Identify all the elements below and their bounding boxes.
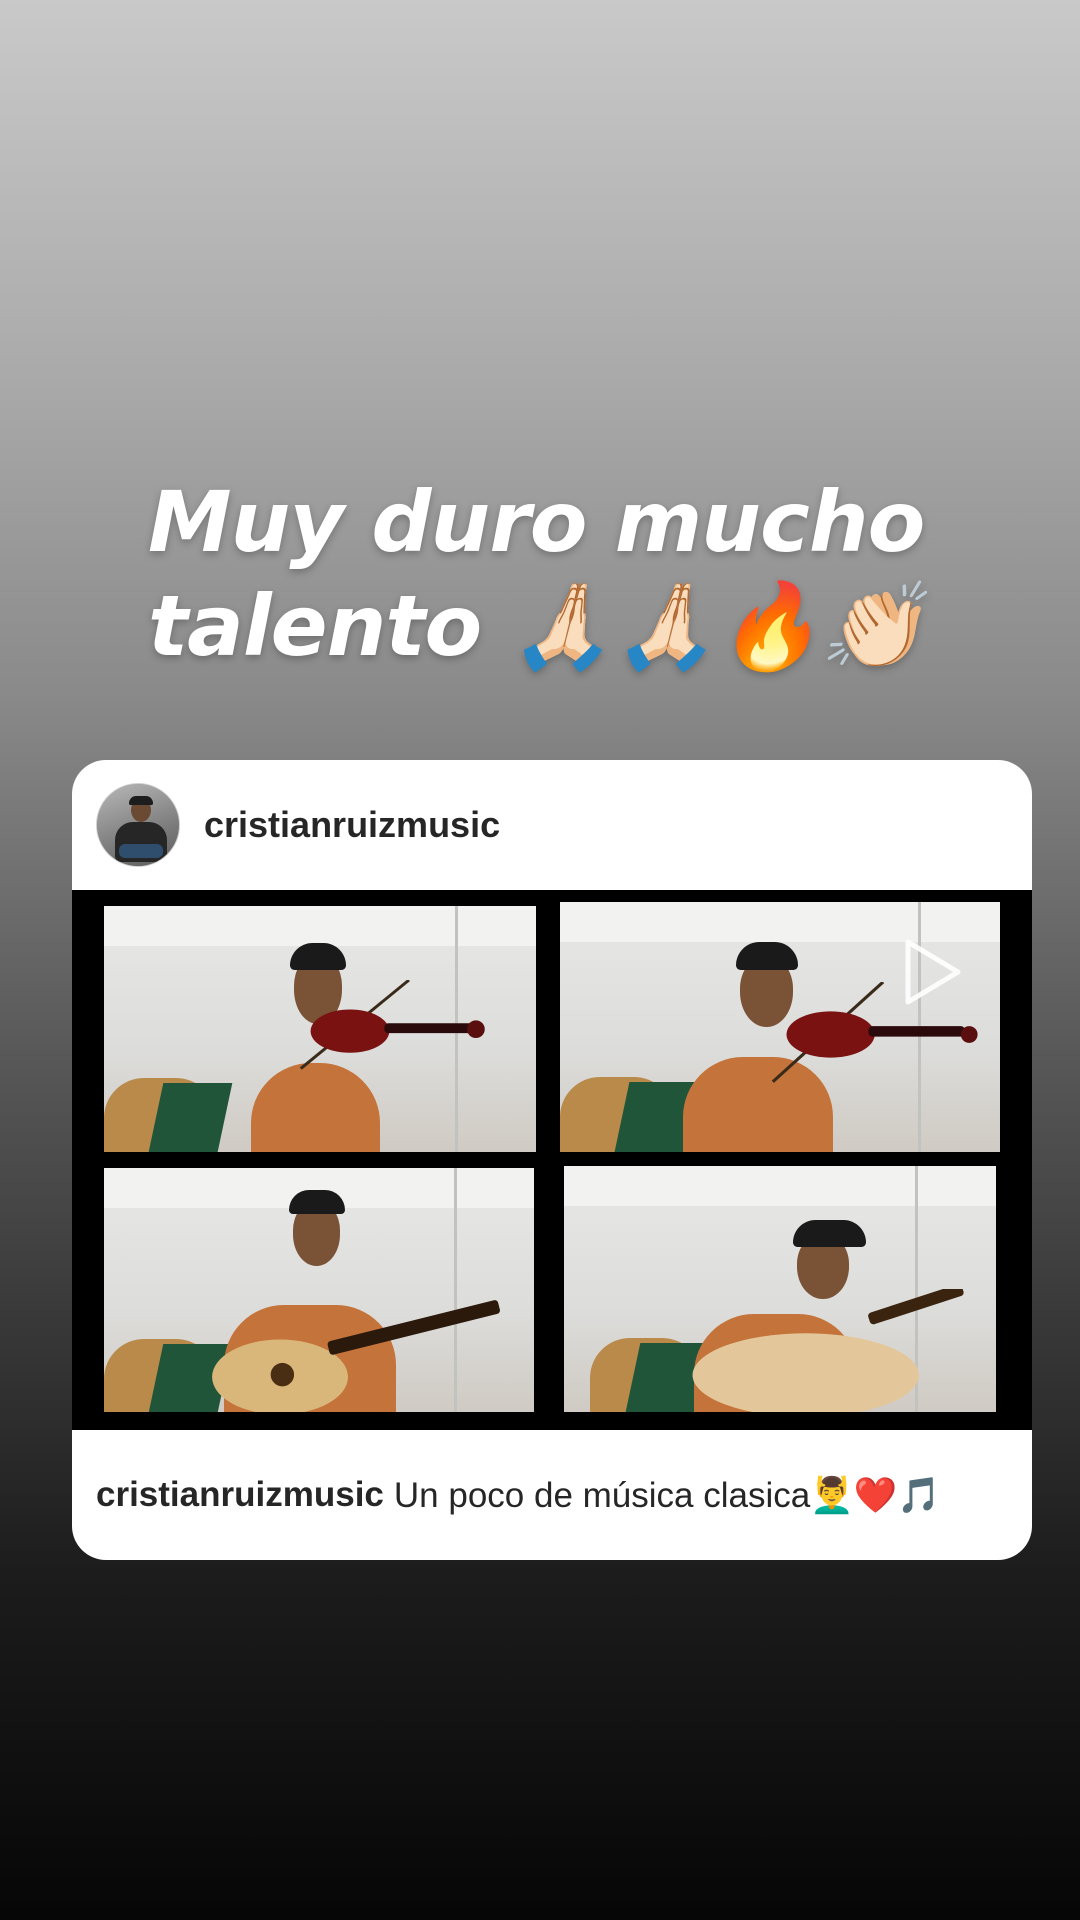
post-caption: cristianruizmusic Un poco de música clas… <box>72 1430 1032 1560</box>
play-icon <box>905 939 961 1005</box>
vihuela-icon <box>692 1289 964 1412</box>
video-tile-guitar <box>104 1168 534 1412</box>
story-caption-line-1: Muy duro mucho <box>148 473 925 571</box>
video-tile-vihuela <box>564 1166 996 1412</box>
violin-icon <box>299 979 485 1070</box>
avatar[interactable] <box>96 783 180 867</box>
caption-text: Un poco de música clasica💆‍♂️❤️🎵 <box>393 1475 941 1515</box>
story-caption-line-2: talento 🙏🏻🙏🏻🔥👏🏻 <box>148 577 925 675</box>
post-username[interactable]: cristianruizmusic <box>204 804 500 846</box>
post-media-video[interactable] <box>72 890 1032 1430</box>
guitar-icon <box>212 1299 500 1412</box>
post-header[interactable]: cristianruizmusic <box>72 760 1032 890</box>
shared-post-card[interactable]: cristianruizmusic cristianruizmusic Un p… <box>72 760 1032 1560</box>
video-tile-violin-1 <box>104 906 536 1152</box>
video-tile-violin-2 <box>560 902 1000 1152</box>
caption-username[interactable]: cristianruizmusic <box>96 1475 384 1515</box>
story-text-sticker: Muy duro mucho talento 🙏🏻🙏🏻🔥👏🏻 <box>148 470 968 678</box>
